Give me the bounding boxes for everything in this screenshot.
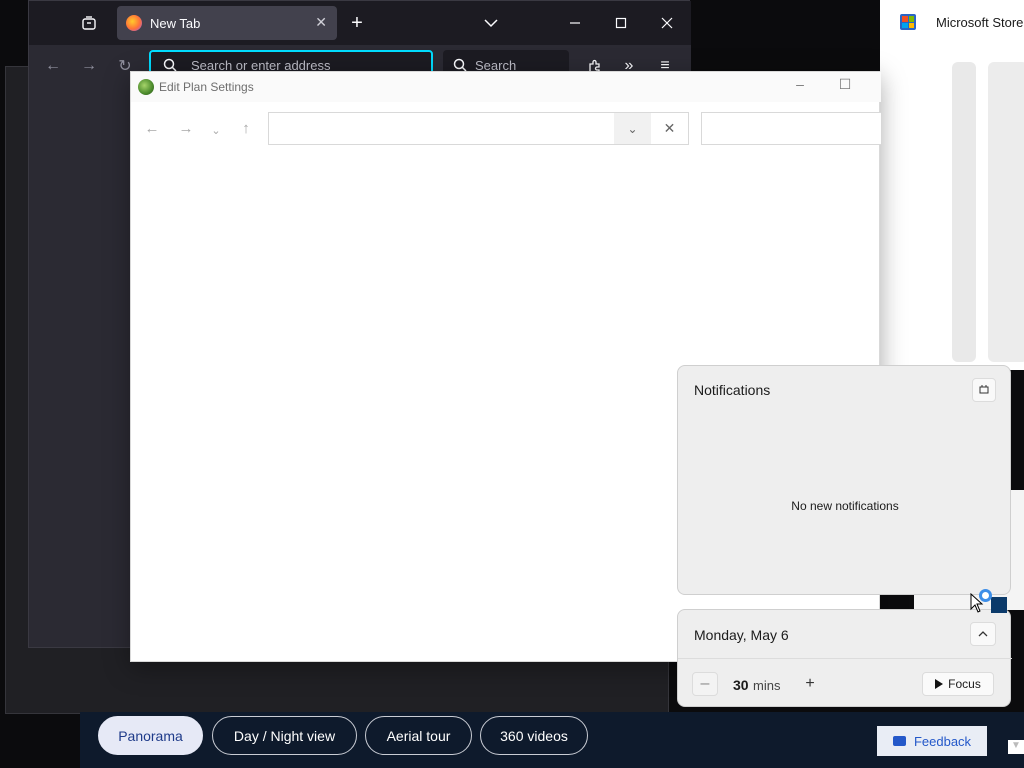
firefox-logo-icon — [126, 15, 142, 31]
decrease-focus-time-button[interactable]: – — [692, 672, 718, 696]
pill-360-videos[interactable]: 360 videos — [480, 716, 588, 755]
tab-title: New Tab — [150, 15, 201, 31]
scroll-down-arrow-icon[interactable]: ▼ — [1008, 740, 1024, 754]
notifications-title: Notifications — [694, 382, 771, 398]
search-icon — [163, 58, 177, 72]
dialog-recent-chevron-icon[interactable]: ⌄ — [207, 124, 225, 137]
store-title: Microsoft Store — [936, 14, 1024, 30]
dialog-search-input[interactable] — [701, 112, 881, 145]
dialog-back-icon[interactable]: ← — [143, 120, 161, 137]
start-focus-button[interactable]: Focus — [922, 672, 994, 696]
microsoft-store-logo-icon — [900, 14, 916, 30]
dialog-title: Edit Plan Settings — [159, 80, 254, 94]
new-tab-plus-icon[interactable]: + — [347, 12, 367, 34]
notification-settings-icon[interactable] — [972, 378, 996, 402]
store-title-bar: Microsoft Store — [900, 14, 1023, 30]
minimize-icon[interactable] — [565, 13, 585, 33]
dialog-address-dropdown-icon[interactable]: ⌄ — [614, 112, 651, 145]
notification-center: Notifications No new notifications — [677, 365, 1011, 595]
feedback-bubble-icon — [892, 736, 906, 746]
close-window-icon[interactable] — [657, 13, 677, 33]
dialog-forward-icon[interactable]: → — [177, 120, 195, 137]
dialog-minimize-icon[interactable]: – — [788, 76, 812, 92]
store-card-placeholder — [988, 62, 1024, 362]
play-icon — [935, 679, 944, 689]
dialog-maximize-icon[interactable]: ☐ — [833, 76, 857, 93]
tab-new-tab[interactable]: New Tab ✕ — [117, 6, 337, 40]
maximize-icon[interactable] — [611, 13, 631, 33]
app-globe-icon — [138, 79, 154, 95]
calendar-date[interactable]: Monday, May 6 — [694, 627, 789, 643]
focus-button-label: Focus — [948, 677, 981, 691]
divider — [678, 658, 1012, 659]
list-all-tabs-chevron-icon[interactable] — [481, 13, 501, 33]
back-arrow-icon[interactable]: ← — [43, 56, 63, 76]
collapse-chevron-up-icon[interactable] — [970, 622, 996, 646]
dialog-address-clear-icon[interactable]: ✕ — [651, 112, 689, 145]
pill-aerial-tour[interactable]: Aerial tour — [365, 716, 472, 755]
search-icon — [453, 58, 467, 72]
pill-day-night-view[interactable]: Day / Night view — [212, 716, 357, 755]
tab-manager-icon[interactable] — [79, 13, 99, 33]
taskbar-app-tile — [991, 597, 1007, 613]
close-tab-icon[interactable]: ✕ — [315, 14, 327, 31]
microsoft-store-window: Microsoft Store — [880, 0, 1024, 370]
dialog-up-icon[interactable]: ↑ — [237, 120, 255, 137]
store-card-placeholder — [952, 62, 976, 362]
dialog-title-bar: Edit Plan Settings – ☐ — [131, 72, 881, 102]
focus-duration-value: 30 — [733, 677, 749, 693]
forward-arrow-icon[interactable]: → — [79, 56, 99, 76]
firefox-tab-bar: New Tab ✕ + — [29, 1, 691, 45]
increase-focus-time-button[interactable]: + — [797, 672, 823, 696]
feedback-button[interactable]: Feedback — [877, 726, 987, 756]
mouse-cursor-icon — [970, 593, 984, 613]
no-notifications-text: No new notifications — [791, 499, 899, 513]
calendar-focus-panel: Monday, May 6 – 30 mins + Focus — [677, 609, 1012, 707]
pill-panorama[interactable]: Panorama — [98, 716, 203, 755]
web-content-strip: Panorama Day / Night view Aerial tour 36… — [80, 712, 1024, 768]
focus-duration-unit: mins — [753, 678, 781, 693]
feedback-label: Feedback — [913, 733, 972, 749]
